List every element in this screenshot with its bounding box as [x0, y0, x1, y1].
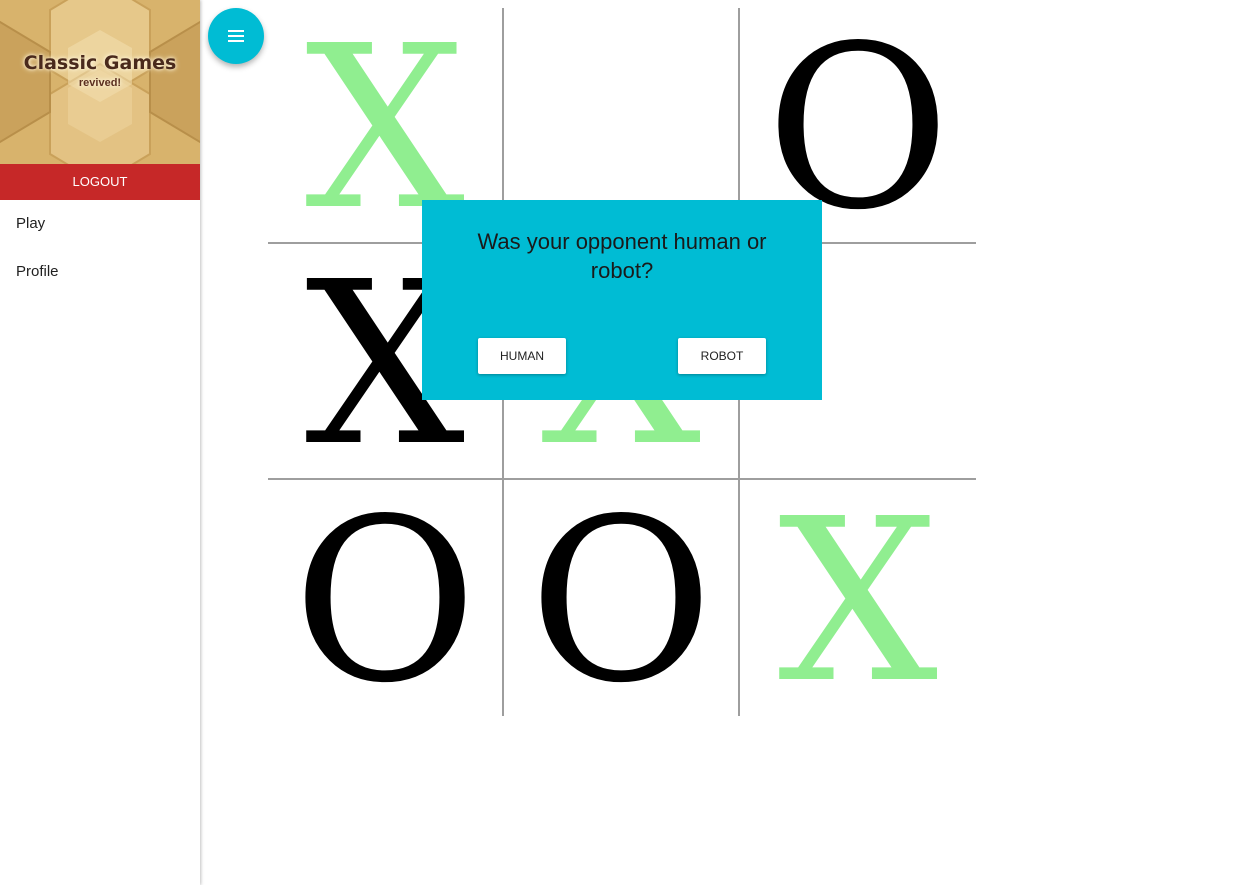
board-cell[interactable]: O — [504, 480, 740, 716]
dialog-question: Was your opponent human or robot? — [477, 229, 767, 283]
human-button[interactable]: HUMAN — [478, 338, 566, 374]
menu-fab-button[interactable] — [208, 8, 264, 64]
cell-mark: X — [777, 470, 939, 733]
cell-mark: O — [528, 470, 714, 733]
logout-button[interactable]: LOGOUT — [0, 164, 200, 200]
robot-button[interactable]: ROBOT — [678, 338, 766, 374]
sidebar-item-profile[interactable]: Profile — [0, 248, 200, 296]
banner-logo-text: Classic Games revived! — [0, 50, 200, 90]
sidebar-banner: Classic Games revived! — [0, 0, 200, 164]
menu-icon — [228, 27, 244, 45]
sidebar-nav: Play Profile — [0, 200, 200, 296]
board-cell[interactable]: X — [740, 480, 976, 716]
opponent-type-dialog: Was your opponent human or robot? HUMAN … — [422, 200, 822, 400]
banner-title: Classic Games — [23, 52, 177, 74]
sidebar-item-play[interactable]: Play — [0, 200, 200, 248]
sidebar: Classic Games revived! LOGOUT Play Profi… — [0, 0, 200, 885]
board-cell[interactable]: O — [268, 480, 504, 716]
cell-mark: O — [292, 470, 478, 733]
banner-subtitle: revived! — [78, 77, 122, 89]
